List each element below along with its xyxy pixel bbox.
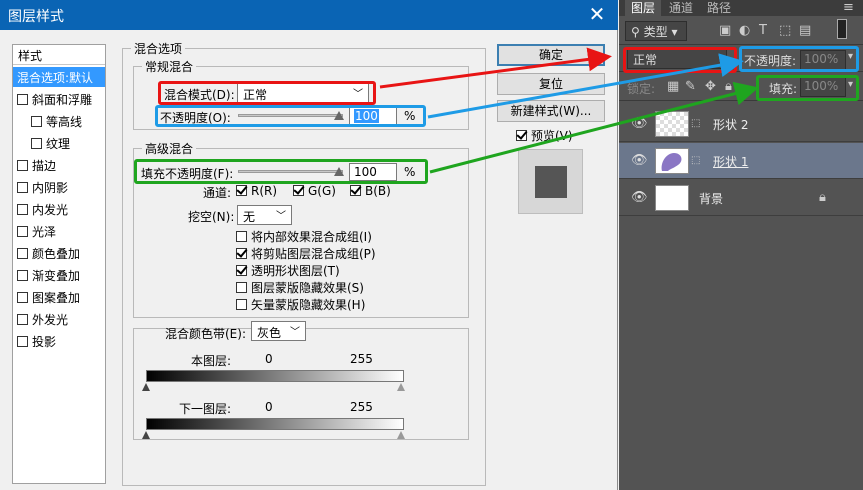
- red-arrow: [379, 47, 612, 89]
- blue-arrow: [427, 53, 744, 119]
- green-arrow: [429, 81, 759, 174]
- annotation-arrows: [379, 47, 759, 174]
